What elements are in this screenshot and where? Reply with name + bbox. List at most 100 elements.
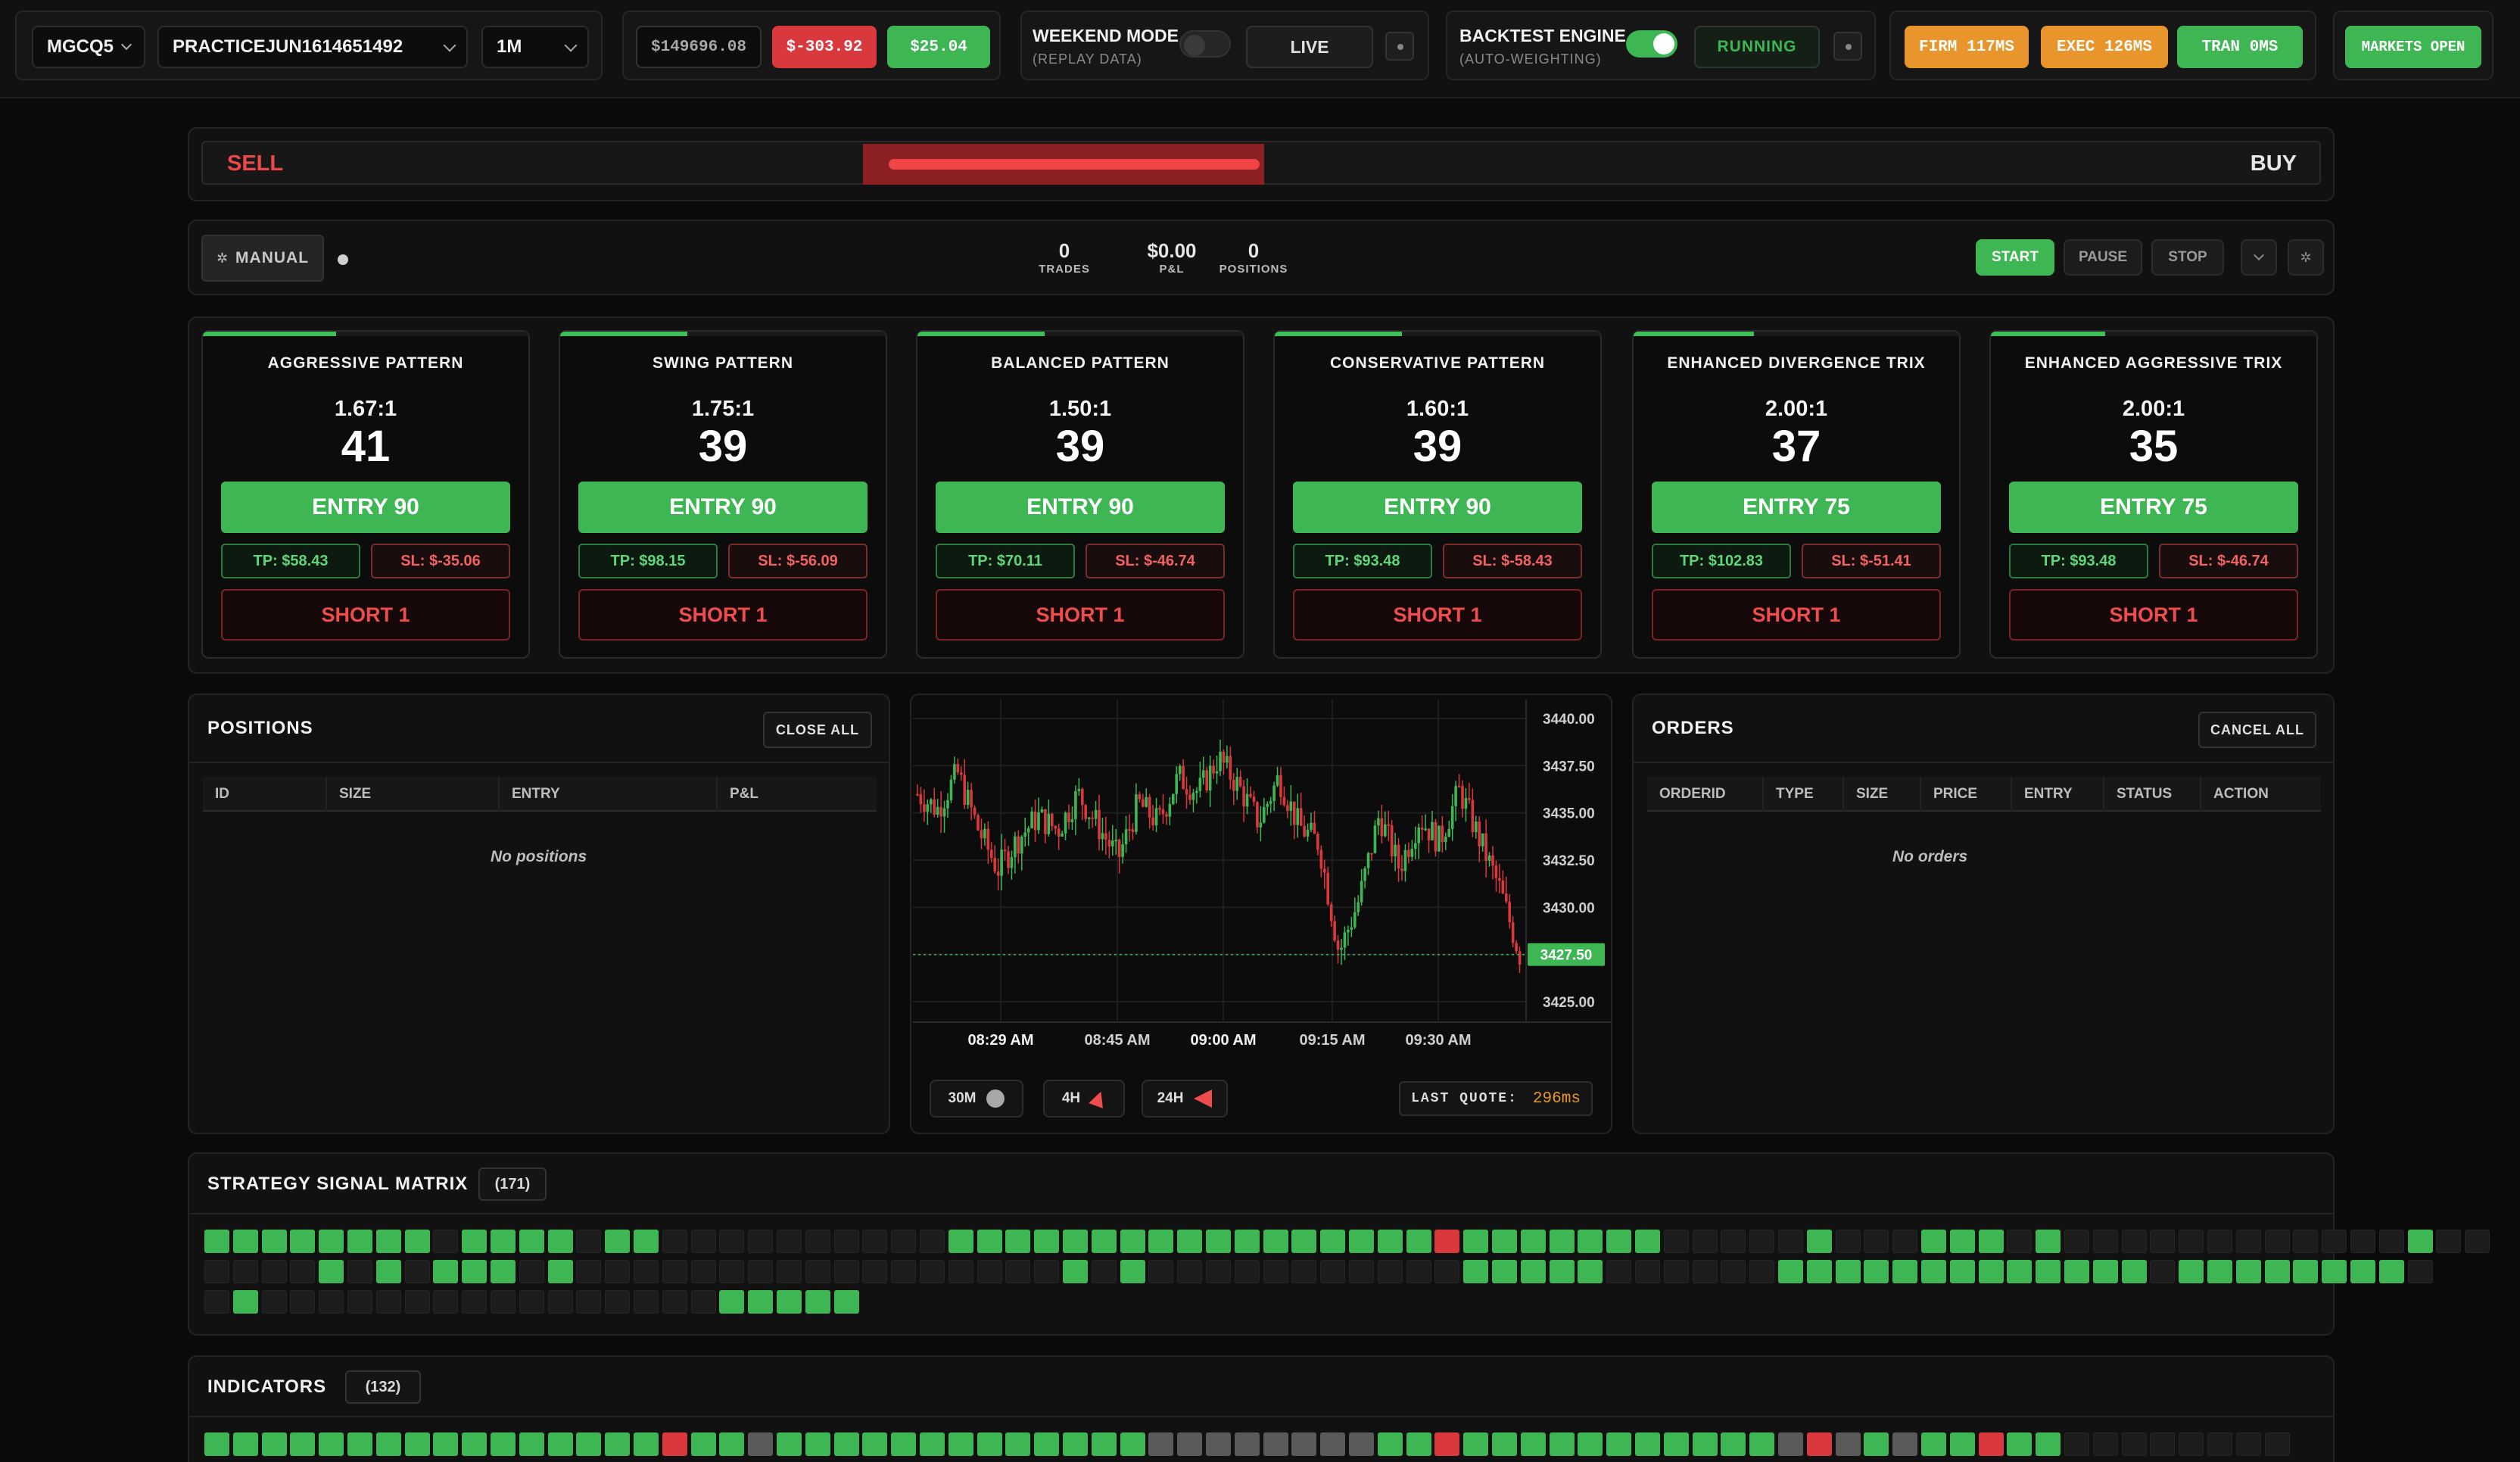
signal-cell-inactive[interactable] <box>1692 1230 1718 1253</box>
signal-cell-active[interactable] <box>977 1432 1002 1456</box>
signal-cell-active[interactable] <box>290 1432 316 1456</box>
signal-cell-inactive[interactable] <box>2092 1432 2118 1456</box>
signal-cell-active[interactable] <box>1406 1230 1431 1253</box>
signal-cell-active[interactable] <box>2007 1432 2033 1456</box>
signal-cell-active[interactable] <box>1778 1260 1803 1283</box>
signal-cell-inactive[interactable] <box>1349 1260 1374 1283</box>
signal-cell-active[interactable] <box>404 1230 430 1253</box>
signal-cell-inactive[interactable] <box>719 1260 745 1283</box>
signal-cell-inactive[interactable] <box>1320 1432 1346 1456</box>
signal-cell-inactive[interactable] <box>2207 1432 2232 1456</box>
signal-cell-active[interactable] <box>491 1230 516 1253</box>
signal-cell-inactive[interactable] <box>204 1260 229 1283</box>
signal-cell-inactive[interactable] <box>662 1230 687 1253</box>
signal-cell-active[interactable] <box>232 1290 258 1314</box>
signal-cell-active[interactable] <box>1034 1230 1060 1253</box>
signal-cell-inactive[interactable] <box>862 1230 888 1253</box>
signal-cell-inactive[interactable] <box>1263 1432 1288 1456</box>
signal-cell-inactive[interactable] <box>1663 1230 1689 1253</box>
symbol-select[interactable]: MGCQ5 <box>32 26 145 68</box>
signal-cell-inactive[interactable] <box>1206 1260 1231 1283</box>
signal-cell-active[interactable] <box>1520 1432 1546 1456</box>
signal-cell-active[interactable] <box>1263 1230 1288 1253</box>
signal-cell-active[interactable] <box>1063 1260 1088 1283</box>
signal-cell-active[interactable] <box>462 1432 487 1456</box>
signal-cell-active[interactable] <box>433 1432 459 1456</box>
signal-cell-inactive[interactable] <box>2121 1432 2147 1456</box>
signal-cell-active[interactable] <box>1120 1432 1145 1456</box>
signal-cell-inactive[interactable] <box>2150 1260 2176 1283</box>
signal-cell-active[interactable] <box>1463 1230 1489 1253</box>
signal-cell-active[interactable] <box>1921 1432 1946 1456</box>
signal-cell-inactive[interactable] <box>634 1260 659 1283</box>
signal-cell-active[interactable] <box>1949 1260 1975 1283</box>
backtest-settings-dot-icon[interactable] <box>1833 32 1862 61</box>
signal-cell-active[interactable] <box>547 1432 573 1456</box>
timeframe-select[interactable]: 1M <box>481 26 589 68</box>
signal-cell-inactive[interactable] <box>1177 1432 1203 1456</box>
signal-cell-active[interactable] <box>1692 1432 1718 1456</box>
entry-button[interactable]: ENTRY 75 <box>1652 482 1941 533</box>
signal-cell-inactive[interactable] <box>2350 1230 2375 1253</box>
signal-cell-inactive[interactable] <box>920 1260 945 1283</box>
signal-cell-active[interactable] <box>433 1260 459 1283</box>
signal-cell-inactive[interactable] <box>1892 1432 1918 1456</box>
signal-cell-inactive[interactable] <box>2436 1230 2462 1253</box>
range-24h-button[interactable]: 24H <box>1142 1080 1228 1118</box>
signal-cell-inactive[interactable] <box>977 1260 1002 1283</box>
signal-cell-active[interactable] <box>1206 1230 1231 1253</box>
signal-cell-active[interactable] <box>2378 1260 2404 1283</box>
signal-cell-active[interactable] <box>1520 1230 1546 1253</box>
signal-cell-inactive[interactable] <box>1091 1260 1117 1283</box>
signal-cell-inactive[interactable] <box>204 1290 229 1314</box>
signal-cell-active[interactable] <box>1091 1230 1117 1253</box>
signal-cell-active[interactable] <box>2322 1260 2347 1283</box>
signal-cell-active[interactable] <box>2179 1260 2204 1283</box>
live-button[interactable]: LIVE <box>1246 26 1373 68</box>
signal-cell-active[interactable] <box>491 1260 516 1283</box>
signal-cell-inactive[interactable] <box>2293 1230 2319 1253</box>
signal-cell-active[interactable] <box>1806 1230 1832 1253</box>
signal-cell-inactive[interactable] <box>748 1432 774 1456</box>
signal-cell-active[interactable] <box>1320 1230 1346 1253</box>
signal-cell-inactive[interactable] <box>605 1260 631 1283</box>
signal-cell-active[interactable] <box>2121 1260 2147 1283</box>
signal-cell-active[interactable] <box>1120 1230 1145 1253</box>
signal-cell-active[interactable] <box>1806 1260 1832 1283</box>
signal-cell-inactive[interactable] <box>1320 1260 1346 1283</box>
signal-cell-inactive[interactable] <box>1263 1260 1288 1283</box>
signal-cell-inactive[interactable] <box>948 1260 973 1283</box>
signal-cell-inactive[interactable] <box>519 1290 544 1314</box>
signal-cell-active[interactable] <box>2293 1260 2319 1283</box>
signal-cell-active[interactable] <box>1005 1432 1031 1456</box>
signal-cell-inactive[interactable] <box>1606 1260 1632 1283</box>
signal-cell-active[interactable] <box>920 1432 945 1456</box>
signal-cell-active[interactable] <box>2036 1260 2061 1283</box>
signal-cell-inactive[interactable] <box>634 1290 659 1314</box>
signal-cell-active[interactable] <box>2207 1260 2232 1283</box>
signal-cell-inactive[interactable] <box>920 1230 945 1253</box>
more-dropdown-button[interactable] <box>2241 239 2277 276</box>
signal-cell-inactive[interactable] <box>433 1230 459 1253</box>
short-button[interactable]: SHORT 1 <box>1293 589 1582 641</box>
entry-button[interactable]: ENTRY 90 <box>221 482 510 533</box>
signal-cell-active[interactable] <box>519 1432 544 1456</box>
signal-cell-active[interactable] <box>1492 1230 1517 1253</box>
signal-cell-active[interactable] <box>862 1432 888 1456</box>
signal-cell-active[interactable] <box>1606 1230 1632 1253</box>
signal-cell-active[interactable] <box>2235 1260 2261 1283</box>
signal-cell-active[interactable] <box>634 1432 659 1456</box>
signal-cell-active[interactable] <box>2036 1432 2061 1456</box>
backtest-toggle[interactable] <box>1626 30 1677 58</box>
signal-cell-inactive[interactable] <box>2064 1230 2089 1253</box>
signal-cell-inactive[interactable] <box>1721 1230 1746 1253</box>
signal-cell-active[interactable] <box>1663 1432 1689 1456</box>
signal-cell-active[interactable] <box>1949 1230 1975 1253</box>
signal-cell-inactive[interactable] <box>748 1230 774 1253</box>
signal-cell-inactive[interactable] <box>2179 1432 2204 1456</box>
signal-cell-active[interactable] <box>1578 1260 1603 1283</box>
signal-cell-inactive[interactable] <box>662 1260 687 1283</box>
signal-cell-inactive[interactable] <box>2264 1432 2290 1456</box>
signal-cell-inactive[interactable] <box>805 1230 830 1253</box>
signal-cell-active[interactable] <box>805 1432 830 1456</box>
